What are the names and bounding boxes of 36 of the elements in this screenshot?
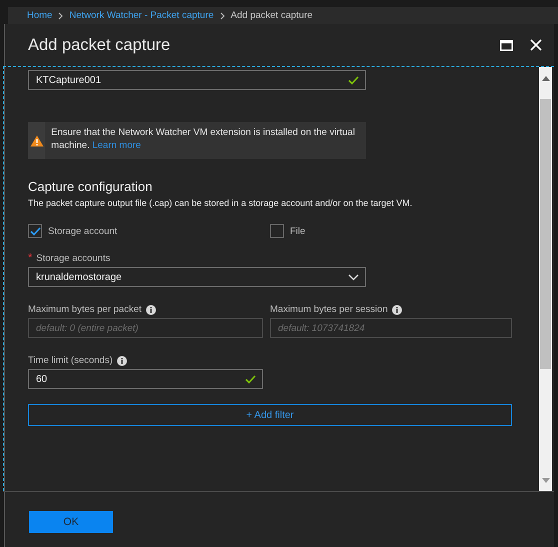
add-filter-button[interactable]: + Add filter <box>28 404 512 426</box>
checkbox[interactable] <box>270 224 284 238</box>
info-icon[interactable] <box>146 304 156 314</box>
field-label: Time limit (seconds) <box>28 355 113 366</box>
capture-name-field[interactable]: KTCapture001 <box>28 70 366 90</box>
input-field[interactable]: default: 1073741824 <box>270 318 512 338</box>
required-marker: * <box>28 252 32 264</box>
field-label: Storage accounts <box>36 252 110 264</box>
checkbox-label: File <box>290 226 306 236</box>
learn-more-link[interactable]: Learn more <box>92 140 141 151</box>
notice-text: Ensure that the Network Watcher VM extension is installed on the virtual machine. Learn more <box>50 126 356 153</box>
input-field[interactable]: default: 0 (entire packet) <box>28 318 263 338</box>
panel-title: Add packet capture <box>28 36 172 54</box>
ok-button[interactable]: OK <box>29 511 113 533</box>
breadcrumb-link[interactable]: Home <box>27 10 52 21</box>
close-button[interactable] <box>528 37 544 53</box>
chevron-icon <box>58 12 64 20</box>
warning-icon <box>30 134 44 146</box>
time-limit-field[interactable]: 60 <box>28 369 263 389</box>
breadcrumb-link[interactable]: Add packet capture <box>230 10 313 21</box>
field-label: Maximum bytes per packet <box>28 304 142 315</box>
chevron-icon <box>220 12 225 20</box>
info-icon[interactable] <box>392 304 402 314</box>
section-heading: Capture configuration <box>28 179 154 194</box>
breadcrumb-link[interactable]: Network Watcher - Packet capture <box>69 10 214 21</box>
scroll-up-icon[interactable] <box>542 76 550 81</box>
field-label: Maximum bytes per session <box>270 304 388 315</box>
section-description: The packet capture output file (.cap) can be stored in a storage account and/or on the target VM. <box>28 198 414 208</box>
scroll-thumb[interactable] <box>540 99 551 369</box>
storage-dropdown[interactable]: krunaldemostorage <box>28 267 366 287</box>
checkbox-label: Storage account <box>48 226 118 236</box>
checkbox[interactable] <box>28 224 42 238</box>
scrollbar[interactable] <box>539 67 552 491</box>
chevron-down-icon <box>348 274 359 280</box>
maximize-button[interactable] <box>498 37 514 53</box>
info-icon[interactable] <box>116 356 127 366</box>
